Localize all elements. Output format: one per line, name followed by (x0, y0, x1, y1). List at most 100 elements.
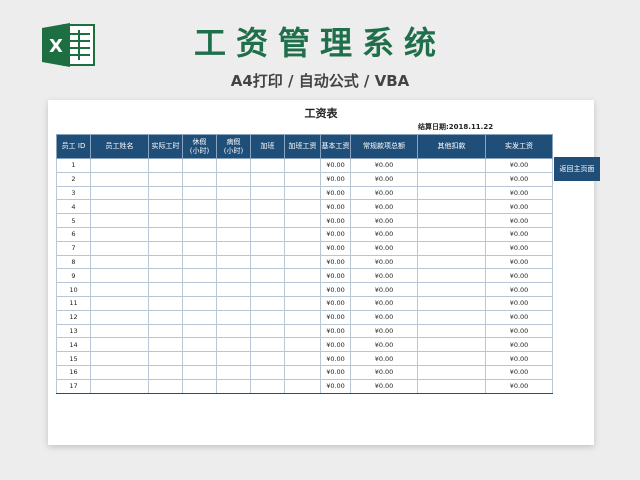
overtime-pay-cell[interactable] (284, 171, 321, 187)
employee-name-cell[interactable] (90, 378, 149, 394)
sick-hours-cell[interactable] (216, 309, 251, 325)
overtime-pay-cell[interactable] (284, 378, 321, 394)
employee-id-cell[interactable]: 13 (56, 323, 91, 339)
other-deduction-cell[interactable] (417, 309, 486, 325)
basic-salary-cell[interactable]: ¥0.00 (320, 268, 351, 284)
net-salary-cell[interactable]: ¥0.00 (485, 323, 553, 339)
employee-name-cell[interactable] (90, 199, 149, 215)
regular-total-cell[interactable]: ¥0.00 (350, 323, 418, 339)
sick-hours-cell[interactable] (216, 378, 251, 394)
net-salary-cell[interactable]: ¥0.00 (485, 337, 553, 353)
overtime-pay-cell[interactable] (284, 240, 321, 256)
other-deduction-cell[interactable] (417, 378, 486, 394)
actual-hours-cell[interactable] (148, 364, 183, 380)
net-salary-cell[interactable]: ¥0.00 (485, 158, 553, 173)
actual-hours-cell[interactable] (148, 158, 183, 173)
employee-id-cell[interactable]: 8 (56, 254, 91, 270)
other-deduction-cell[interactable] (417, 282, 486, 297)
overtime-cell[interactable] (250, 364, 285, 380)
overtime-cell[interactable] (250, 158, 285, 173)
overtime-cell[interactable] (250, 268, 285, 284)
actual-hours-cell[interactable] (148, 268, 183, 284)
sick-hours-cell[interactable] (216, 240, 251, 256)
other-deduction-cell[interactable] (417, 213, 486, 228)
overtime-pay-cell[interactable] (284, 351, 321, 366)
overtime-pay-cell[interactable] (284, 199, 321, 215)
regular-total-cell[interactable]: ¥0.00 (350, 309, 418, 325)
overtime-cell[interactable] (250, 185, 285, 201)
overtime-pay-cell[interactable] (284, 309, 321, 325)
net-salary-cell[interactable]: ¥0.00 (485, 309, 553, 325)
vacation-hours-cell[interactable] (182, 199, 217, 215)
basic-salary-cell[interactable]: ¥0.00 (320, 240, 351, 256)
net-salary-cell[interactable]: ¥0.00 (485, 378, 553, 394)
net-salary-cell[interactable]: ¥0.00 (485, 226, 553, 242)
regular-total-cell[interactable]: ¥0.00 (350, 364, 418, 380)
employee-id-cell[interactable]: 5 (56, 213, 91, 228)
other-deduction-cell[interactable] (417, 240, 486, 256)
basic-salary-cell[interactable]: ¥0.00 (320, 364, 351, 380)
overtime-pay-cell[interactable] (284, 226, 321, 242)
employee-id-cell[interactable]: 3 (56, 185, 91, 201)
vacation-hours-cell[interactable] (182, 254, 217, 270)
employee-id-cell[interactable]: 6 (56, 226, 91, 242)
net-salary-cell[interactable]: ¥0.00 (485, 185, 553, 201)
actual-hours-cell[interactable] (148, 213, 183, 228)
actual-hours-cell[interactable] (148, 337, 183, 353)
other-deduction-cell[interactable] (417, 364, 486, 380)
other-deduction-cell[interactable] (417, 158, 486, 173)
basic-salary-cell[interactable]: ¥0.00 (320, 213, 351, 228)
overtime-cell[interactable] (250, 240, 285, 256)
vacation-hours-cell[interactable] (182, 171, 217, 187)
employee-id-cell[interactable]: 14 (56, 337, 91, 353)
basic-salary-cell[interactable]: ¥0.00 (320, 185, 351, 201)
overtime-pay-cell[interactable] (284, 282, 321, 297)
regular-total-cell[interactable]: ¥0.00 (350, 295, 418, 311)
other-deduction-cell[interactable] (417, 254, 486, 270)
regular-total-cell[interactable]: ¥0.00 (350, 268, 418, 284)
vacation-hours-cell[interactable] (182, 364, 217, 380)
overtime-cell[interactable] (250, 226, 285, 242)
regular-total-cell[interactable]: ¥0.00 (350, 185, 418, 201)
net-salary-cell[interactable]: ¥0.00 (485, 268, 553, 284)
regular-total-cell[interactable]: ¥0.00 (350, 158, 418, 173)
overtime-cell[interactable] (250, 323, 285, 339)
employee-id-cell[interactable]: 12 (56, 309, 91, 325)
overtime-cell[interactable] (250, 254, 285, 270)
overtime-cell[interactable] (250, 213, 285, 228)
employee-name-cell[interactable] (90, 240, 149, 256)
other-deduction-cell[interactable] (417, 185, 486, 201)
regular-total-cell[interactable]: ¥0.00 (350, 199, 418, 215)
employee-id-cell[interactable]: 16 (56, 364, 91, 380)
overtime-cell[interactable] (250, 171, 285, 187)
vacation-hours-cell[interactable] (182, 282, 217, 297)
other-deduction-cell[interactable] (417, 323, 486, 339)
regular-total-cell[interactable]: ¥0.00 (350, 226, 418, 242)
net-salary-cell[interactable]: ¥0.00 (485, 171, 553, 187)
other-deduction-cell[interactable] (417, 295, 486, 311)
regular-total-cell[interactable]: ¥0.00 (350, 337, 418, 353)
overtime-cell[interactable] (250, 378, 285, 394)
basic-salary-cell[interactable]: ¥0.00 (320, 351, 351, 366)
actual-hours-cell[interactable] (148, 323, 183, 339)
employee-id-cell[interactable]: 17 (56, 378, 91, 394)
actual-hours-cell[interactable] (148, 240, 183, 256)
actual-hours-cell[interactable] (148, 295, 183, 311)
employee-id-cell[interactable]: 4 (56, 199, 91, 215)
basic-salary-cell[interactable]: ¥0.00 (320, 254, 351, 270)
employee-name-cell[interactable] (90, 309, 149, 325)
vacation-hours-cell[interactable] (182, 268, 217, 284)
net-salary-cell[interactable]: ¥0.00 (485, 213, 553, 228)
vacation-hours-cell[interactable] (182, 378, 217, 394)
vacation-hours-cell[interactable] (182, 337, 217, 353)
employee-id-cell[interactable]: 15 (56, 351, 91, 366)
overtime-cell[interactable] (250, 295, 285, 311)
employee-name-cell[interactable] (90, 171, 149, 187)
employee-name-cell[interactable] (90, 364, 149, 380)
basic-salary-cell[interactable]: ¥0.00 (320, 158, 351, 173)
net-salary-cell[interactable]: ¥0.00 (485, 351, 553, 366)
net-salary-cell[interactable]: ¥0.00 (485, 295, 553, 311)
employee-name-cell[interactable] (90, 226, 149, 242)
basic-salary-cell[interactable]: ¥0.00 (320, 295, 351, 311)
employee-id-cell[interactable]: 9 (56, 268, 91, 284)
